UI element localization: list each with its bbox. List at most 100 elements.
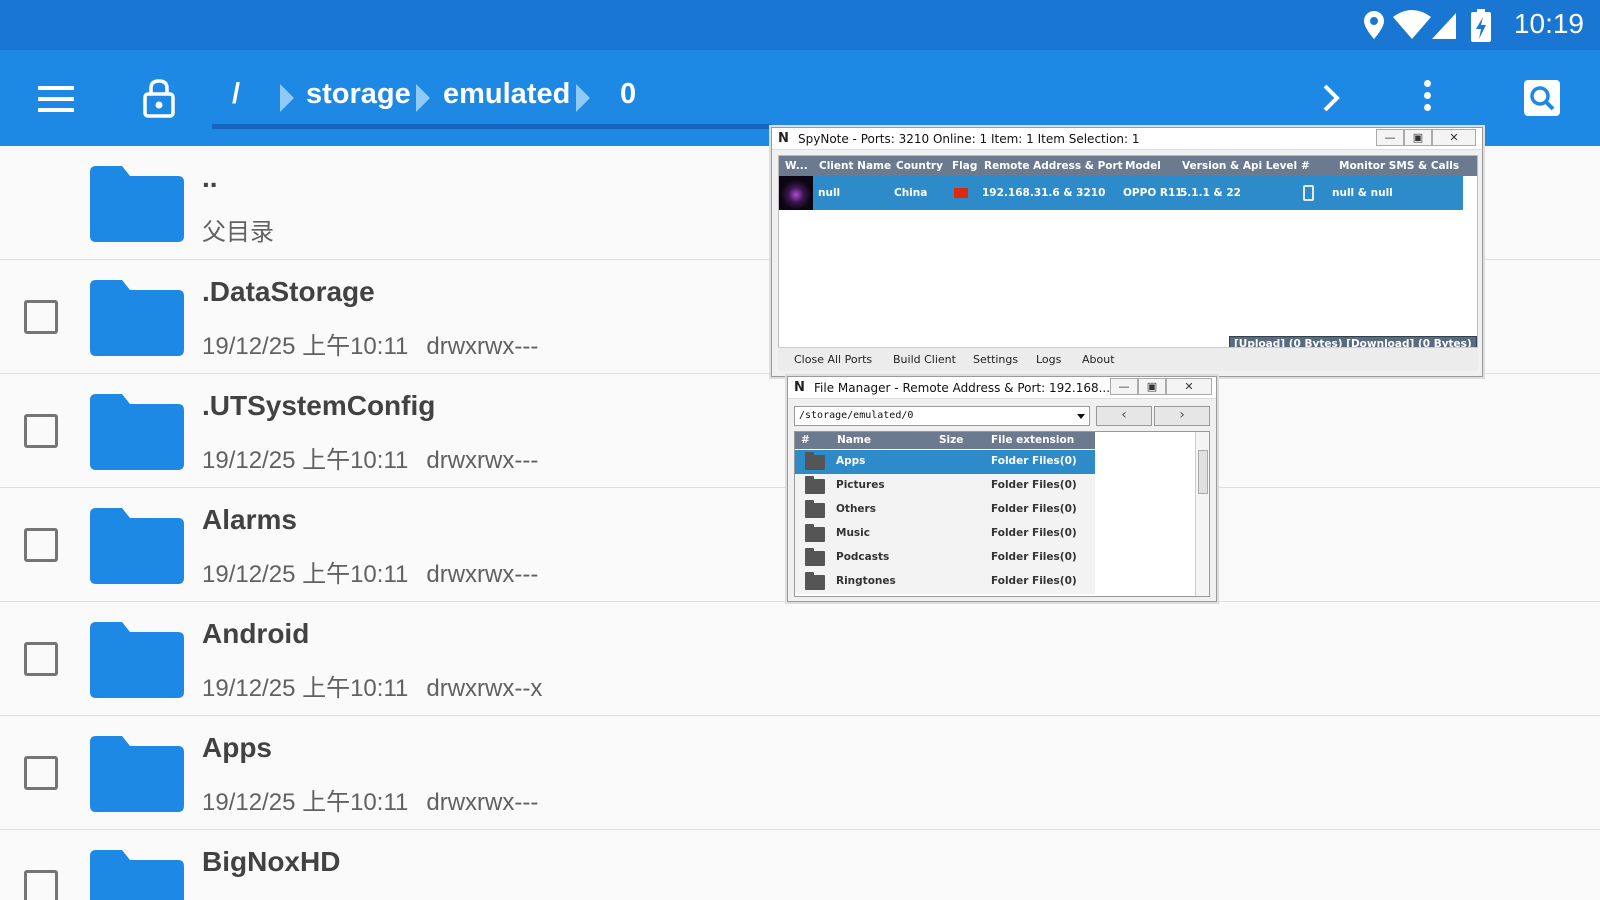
spynote-window[interactable]: N SpyNote - Ports: 3210 Online: 1 Item: …	[771, 127, 1483, 377]
column-header[interactable]: Model	[1125, 160, 1161, 172]
back-button[interactable]: ‹	[1096, 406, 1152, 426]
file-meta: 19/12/25 上午10:11 drwxrwx---	[202, 326, 538, 361]
window-title: SpyNote - Ports: 3210 Online: 1 Item: 1 …	[798, 132, 1140, 146]
file-row[interactable]: Others Folder Files(0)	[795, 498, 1095, 522]
column-header[interactable]: Monitor SMS & Calls	[1339, 160, 1459, 172]
file-meta: 父目录	[202, 212, 274, 247]
breadcrumb-emulated[interactable]: emulated	[443, 78, 570, 111]
logs-button[interactable]: Logs	[1036, 353, 1061, 366]
more-options-icon[interactable]	[1424, 80, 1431, 116]
file-permissions: drwxrwx---	[426, 447, 539, 474]
file-row[interactable]: Podcasts Folder Files(0)	[795, 546, 1095, 570]
breadcrumb-storage[interactable]: storage	[306, 78, 411, 111]
about-button[interactable]: About	[1082, 353, 1115, 366]
phone-icon	[1303, 185, 1314, 201]
column-header[interactable]: Remote Address & Port	[984, 160, 1123, 172]
folder-icon	[805, 476, 825, 494]
file-manager-window[interactable]: N File Manager - Remote Address & Port: …	[787, 376, 1217, 602]
client-model: OPPO R11	[1123, 187, 1183, 199]
table-header: # Name Size File extension	[795, 432, 1095, 449]
column-header[interactable]: W...	[785, 160, 808, 172]
breadcrumb-separator-icon	[416, 84, 430, 112]
client-name: null	[818, 187, 841, 199]
folder-icon	[90, 166, 184, 242]
close-button[interactable]: ✕	[1166, 378, 1212, 395]
scrollbar-thumb[interactable]	[1198, 450, 1208, 494]
file-permissions: drwxrwx---	[426, 789, 539, 816]
close-all-ports-button[interactable]: Close All Ports	[794, 353, 872, 366]
file-name: Podcasts	[836, 551, 890, 563]
minimize-button[interactable]: —	[1376, 129, 1404, 146]
file-list: # Name Size File extension Apps Folder F…	[794, 431, 1210, 597]
file-manager-titlebar[interactable]: N File Manager - Remote Address & Port: …	[788, 377, 1216, 399]
folder-icon	[90, 280, 184, 356]
column-header[interactable]: Country	[896, 160, 943, 172]
build-client-button[interactable]: Build Client	[893, 353, 956, 366]
close-button[interactable]: ✕	[1432, 129, 1476, 146]
clock: 10:19	[1513, 8, 1584, 39]
column-header[interactable]: Size	[939, 434, 963, 446]
dropdown-arrow-icon	[1077, 414, 1085, 419]
checkbox[interactable]	[24, 870, 58, 900]
spynote-footer: Close All Ports Build Client Settings Lo…	[778, 347, 1478, 371]
column-header[interactable]: Name	[837, 434, 871, 446]
spynote-titlebar[interactable]: N SpyNote - Ports: 3210 Online: 1 Item: …	[772, 128, 1482, 150]
column-header[interactable]: #	[1301, 160, 1310, 172]
column-header[interactable]: #	[801, 434, 810, 446]
file-extension: Folder Files(0)	[991, 455, 1077, 467]
file-row[interactable]: Ringtones Folder Files(0)	[795, 570, 1095, 594]
column-header[interactable]: Client Name	[819, 160, 891, 172]
search-button[interactable]	[1524, 80, 1560, 116]
folder-icon	[805, 524, 825, 542]
checkbox[interactable]	[24, 414, 58, 448]
app-logo: N	[794, 380, 805, 395]
chevron-right-icon[interactable]	[1320, 80, 1342, 116]
file-name: Apps	[836, 455, 866, 467]
file-meta: 19/12/25 上午10:11 drwxrwx---	[202, 440, 538, 475]
column-header[interactable]: Flag	[952, 160, 977, 172]
file-name: .UTSystemConfig	[202, 390, 436, 421]
file-name: Others	[836, 503, 876, 515]
file-extension: Folder Files(0)	[991, 479, 1077, 491]
file-extension: Folder Files(0)	[991, 527, 1077, 539]
folder-icon	[90, 850, 184, 900]
folder-icon	[90, 394, 184, 470]
minimize-button[interactable]: —	[1110, 378, 1138, 395]
list-item[interactable]: BigNoxHD	[0, 830, 1600, 900]
file-date: 19/12/25 上午10:11	[202, 447, 409, 474]
folder-icon	[90, 622, 184, 698]
checkbox[interactable]	[24, 300, 58, 334]
client-version: 5.1.1 & 22	[1180, 187, 1241, 199]
breadcrumb-current[interactable]: 0	[620, 78, 636, 111]
maximize-button[interactable]: ▣	[1404, 129, 1432, 146]
breadcrumb-separator-icon	[280, 84, 294, 112]
location-icon	[1364, 11, 1384, 39]
file-name: Music	[836, 527, 870, 539]
checkbox[interactable]	[24, 528, 58, 562]
menu-icon[interactable]	[38, 86, 74, 112]
breadcrumb-root[interactable]: /	[232, 78, 240, 111]
maximize-button[interactable]: ▣	[1138, 378, 1166, 395]
checkbox[interactable]	[24, 642, 58, 676]
file-row[interactable]: Pictures Folder Files(0)	[795, 474, 1095, 498]
file-row[interactable]: Apps Folder Files(0)	[795, 450, 1095, 474]
folder-icon	[805, 452, 825, 470]
file-date: 父目录	[202, 219, 274, 246]
file-extension: Folder Files(0)	[991, 503, 1077, 515]
column-header[interactable]: File extension	[991, 434, 1074, 446]
table-header: W... Client Name Country Flag Remote Add…	[779, 156, 1477, 176]
list-item[interactable]: Apps 19/12/25 上午10:11 drwxrwx---	[0, 716, 1600, 830]
table-row[interactable]: null China 192.168.31.6 & 3210 OPPO R11 …	[779, 176, 1463, 210]
column-header[interactable]: Version & Api Level	[1182, 160, 1297, 172]
scrollbar[interactable]	[1195, 432, 1209, 596]
file-permissions: drwxrwx--x	[426, 675, 543, 702]
file-date: 19/12/25 上午10:11	[202, 789, 409, 816]
forward-button[interactable]: ›	[1154, 406, 1210, 426]
file-row[interactable]: Music Folder Files(0)	[795, 522, 1095, 546]
settings-button[interactable]: Settings	[973, 353, 1018, 366]
path-select[interactable]: /storage/emulated/0	[794, 406, 1090, 426]
checkbox[interactable]	[24, 756, 58, 790]
lock-icon[interactable]	[142, 78, 176, 118]
file-name: BigNoxHD	[202, 846, 341, 877]
list-item[interactable]: Android 19/12/25 上午10:11 drwxrwx--x	[0, 602, 1600, 716]
